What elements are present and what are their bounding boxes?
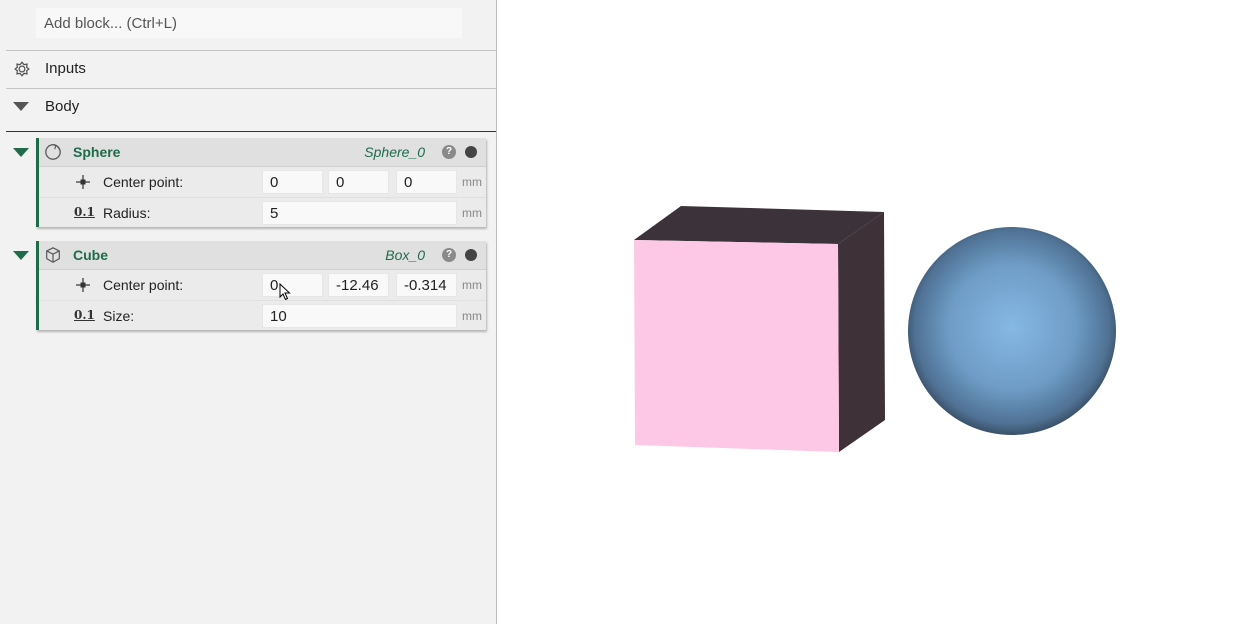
- mouse-pointer-icon: [279, 283, 291, 301]
- center-point-label: Center point:: [103, 174, 184, 190]
- sphere-node[interactable]: Sphere Sphere_0 ? Center point: 0 0 0 mm…: [36, 138, 486, 227]
- unit-label: mm: [462, 206, 482, 220]
- collapse-triangle-icon[interactable]: [13, 102, 31, 120]
- radius-field[interactable]: 5: [262, 201, 457, 225]
- center-y-field[interactable]: 0: [328, 170, 389, 194]
- section-body[interactable]: Body: [0, 89, 496, 125]
- center-point-icon: [76, 175, 90, 189]
- center-x-field[interactable]: 0: [262, 273, 323, 297]
- number-icon: 0.1: [74, 308, 95, 322]
- viewport-canvas[interactable]: [498, 0, 1252, 624]
- center-point-icon: [76, 278, 90, 292]
- cube-node-id[interactable]: Box_0: [385, 247, 425, 263]
- size-label: Size:: [103, 308, 135, 324]
- cube-front-face: [634, 240, 839, 452]
- sphere-collapse-icon[interactable]: [13, 148, 29, 157]
- section-inputs[interactable]: Inputs: [0, 51, 496, 87]
- cube-node-header[interactable]: Cube Box_0 ?: [39, 241, 486, 270]
- number-icon: 0.1: [74, 205, 95, 219]
- 3d-viewport[interactable]: [498, 0, 1252, 624]
- section-inputs-label: Inputs: [45, 60, 86, 77]
- unit-label: mm: [462, 175, 482, 189]
- center-y-field[interactable]: -12.46: [328, 273, 389, 297]
- help-icon[interactable]: ?: [442, 145, 456, 159]
- cube-mesh[interactable]: [634, 206, 885, 452]
- cube-center-point-row: Center point: 0 -12.46 -0.314 mm: [39, 270, 486, 301]
- visibility-dot-icon[interactable]: [465, 249, 477, 261]
- section-body-label: Body: [45, 98, 80, 115]
- divider: [6, 131, 496, 132]
- add-block-input[interactable]: Add block... (Ctrl+L): [36, 8, 462, 38]
- sphere-mesh[interactable]: [908, 227, 1116, 435]
- size-field[interactable]: 10: [262, 304, 457, 328]
- cube-collapse-icon[interactable]: [13, 251, 29, 260]
- radius-label: Radius:: [103, 205, 151, 221]
- sphere-center-point-row: Center point: 0 0 0 mm: [39, 167, 486, 198]
- sphere-radius-row: 0.1 Radius: 5 mm: [39, 198, 486, 228]
- cube-size-row: 0.1 Size: 10 mm: [39, 301, 486, 331]
- center-point-label: Center point:: [103, 277, 184, 293]
- openai-gear-icon: [14, 61, 30, 77]
- sphere-icon: [45, 144, 61, 160]
- center-z-field[interactable]: -0.314: [396, 273, 457, 297]
- sphere-node-id[interactable]: Sphere_0: [364, 144, 425, 160]
- sphere-node-header[interactable]: Sphere Sphere_0 ?: [39, 138, 486, 167]
- sphere-node-title: Sphere: [73, 144, 121, 160]
- cube-icon: [46, 247, 60, 263]
- center-z-field[interactable]: 0: [396, 170, 457, 194]
- unit-label: mm: [462, 278, 482, 292]
- help-icon[interactable]: ?: [442, 248, 456, 262]
- cube-node[interactable]: Cube Box_0 ? Center point: 0 -12.46 -0.3…: [36, 241, 486, 330]
- block-editor-panel: Add block... (Ctrl+L) Inputs Body Sphere…: [0, 0, 497, 624]
- cube-side-face: [838, 212, 885, 452]
- cube-node-title: Cube: [73, 247, 108, 263]
- visibility-dot-icon[interactable]: [465, 146, 477, 158]
- unit-label: mm: [462, 309, 482, 323]
- center-x-field[interactable]: 0: [262, 170, 323, 194]
